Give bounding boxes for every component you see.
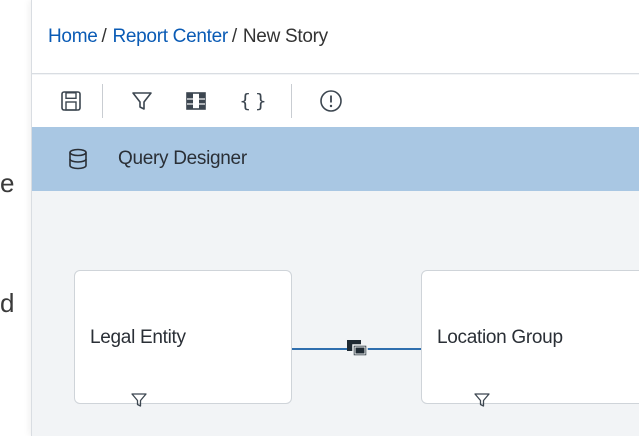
braces-icon: {} (239, 90, 271, 112)
columns-icon (186, 92, 206, 110)
breadcrumb-current-page: New Story (242, 25, 328, 47)
node-label: Location Group (437, 327, 563, 348)
model-node-location-group[interactable]: Location Group (421, 270, 639, 407)
breadcrumb-separator: / (101, 25, 107, 47)
breadcrumb: Home / Report Center / New Story (32, 0, 639, 74)
story-panel: Home / Report Center / New Story {} Quer… (31, 0, 639, 436)
toolbar-separator (102, 84, 103, 118)
breadcrumb-report-center-link[interactable]: Report Center (112, 26, 228, 48)
query-model-canvas: Legal Entity Location Group (32, 191, 639, 436)
filter-icon (132, 92, 152, 110)
filter-icon[interactable] (474, 392, 490, 408)
query-designer-header[interactable]: Query Designer (32, 127, 639, 191)
node-label: Legal Entity (90, 327, 186, 348)
toolbar-separator (291, 84, 292, 118)
columns-button[interactable] (181, 86, 211, 116)
background-text-fragment: e (0, 168, 15, 198)
toolbar: {} (32, 75, 639, 127)
script-button[interactable]: {} (235, 86, 275, 116)
warning-button[interactable] (316, 86, 346, 116)
filter-icon[interactable] (131, 392, 147, 408)
breadcrumb-home-link[interactable]: Home (48, 26, 98, 48)
join-icon[interactable] (345, 337, 371, 359)
filter-button[interactable] (127, 86, 157, 116)
warning-icon (320, 90, 342, 112)
section-title: Query Designer (118, 148, 247, 169)
model-node-legal-entity[interactable]: Legal Entity (74, 270, 292, 407)
background-text-fragment: d (0, 288, 15, 318)
save-icon (61, 91, 81, 111)
breadcrumb-separator: / (231, 25, 237, 47)
database-icon (69, 148, 87, 170)
save-button[interactable] (56, 86, 86, 116)
